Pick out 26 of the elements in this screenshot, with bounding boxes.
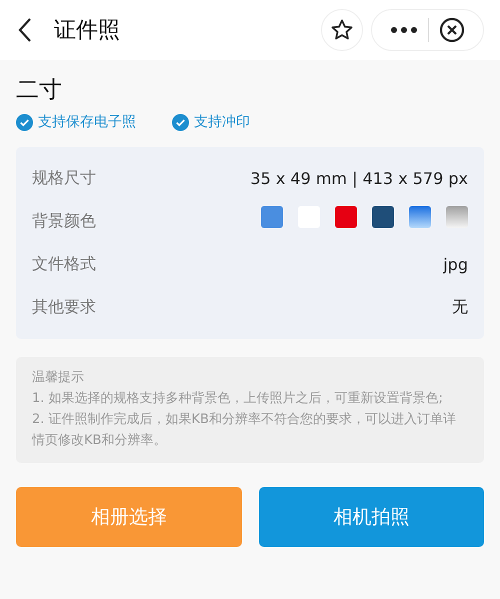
detail-value: jpg (443, 255, 468, 274)
detail-label: 文件格式 (32, 254, 96, 275)
color-swatch[interactable] (409, 206, 431, 228)
page-title: 证件照 (54, 17, 121, 45)
more-icon (390, 26, 418, 34)
detail-label: 背景颜色 (32, 211, 96, 232)
color-swatch[interactable] (335, 206, 357, 228)
favorite-button[interactable] (321, 9, 363, 51)
color-swatch[interactable] (446, 206, 468, 228)
star-icon (330, 18, 354, 42)
detail-label: 规格尺寸 (32, 168, 96, 189)
close-icon (439, 17, 465, 43)
color-swatch[interactable] (261, 206, 283, 228)
tips-title: 温馨提示 (32, 369, 85, 387)
feature-label: 支持冲印 (194, 113, 250, 131)
detail-value: 35 x 49 mm | 413 x 579 px (250, 169, 468, 188)
spec-name: 二寸 (16, 76, 63, 105)
detail-value: 无 (452, 297, 468, 318)
color-swatch[interactable] (372, 206, 394, 228)
action-button[interactable]: 相机拍照 (258, 487, 484, 547)
tip-text: 2. 证件照制作完成后，如果KB和分辨率不符合您的要求，可以进入订单详情页修改KB和分辨率。 (32, 411, 457, 450)
feature-label: 支持保存电子照 (38, 113, 136, 131)
tip-text: 1. 如果选择的规格支持多种背景色，上传照片之后，可重新设置背景色; (32, 390, 444, 408)
action-button[interactable]: 相册选择 (16, 487, 242, 547)
back-icon[interactable] (18, 17, 32, 43)
detail-label: 其他要求 (32, 297, 96, 318)
